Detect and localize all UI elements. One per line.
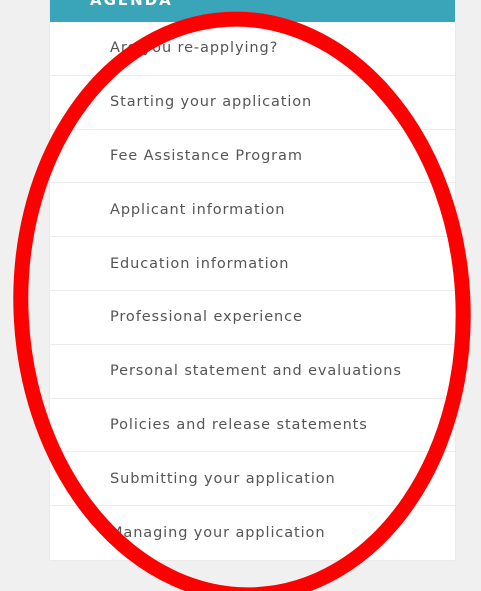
menu-item-label: Education information [110, 255, 290, 272]
menu-item-label: Starting your application [110, 94, 313, 111]
menu-item-label: Applicant information [110, 201, 286, 218]
menu-item-submitting-application[interactable]: Submitting your application [50, 452, 455, 507]
section-header: AGENDA [50, 0, 455, 22]
menu-item-personal-statement[interactable]: Personal statement and evaluations [50, 345, 455, 399]
menu-item-label: Submitting your application [110, 470, 336, 487]
menu-item-label: Are you re-applying? [110, 40, 279, 57]
section-header-label: AGENDA [90, 0, 173, 9]
menu-item-managing-application[interactable]: Managing your application [50, 506, 455, 560]
sidebar-panel: AGENDA Are you re-applying? Starting you… [50, 0, 455, 560]
menu-item-reapplying[interactable]: Are you re-applying? [50, 22, 455, 76]
menu-item-label: Managing your application [110, 525, 326, 542]
menu-item-fee-assistance[interactable]: Fee Assistance Program [50, 130, 455, 184]
menu-item-applicant-information[interactable]: Applicant information [50, 183, 455, 238]
menu-item-education-information[interactable]: Education information [50, 237, 455, 291]
menu-item-label: Professional experience [110, 309, 303, 326]
menu-item-professional-experience[interactable]: Professional experience [50, 291, 455, 345]
menu-item-label: Policies and release statements [110, 416, 368, 433]
menu-item-label: Fee Assistance Program [110, 147, 303, 164]
menu-item-label: Personal statement and evaluations [110, 363, 402, 380]
application-menu: Are you re-applying? Starting your appli… [50, 22, 455, 560]
menu-item-policies-release[interactable]: Policies and release statements [50, 399, 455, 453]
menu-item-starting-application[interactable]: Starting your application [50, 76, 455, 130]
